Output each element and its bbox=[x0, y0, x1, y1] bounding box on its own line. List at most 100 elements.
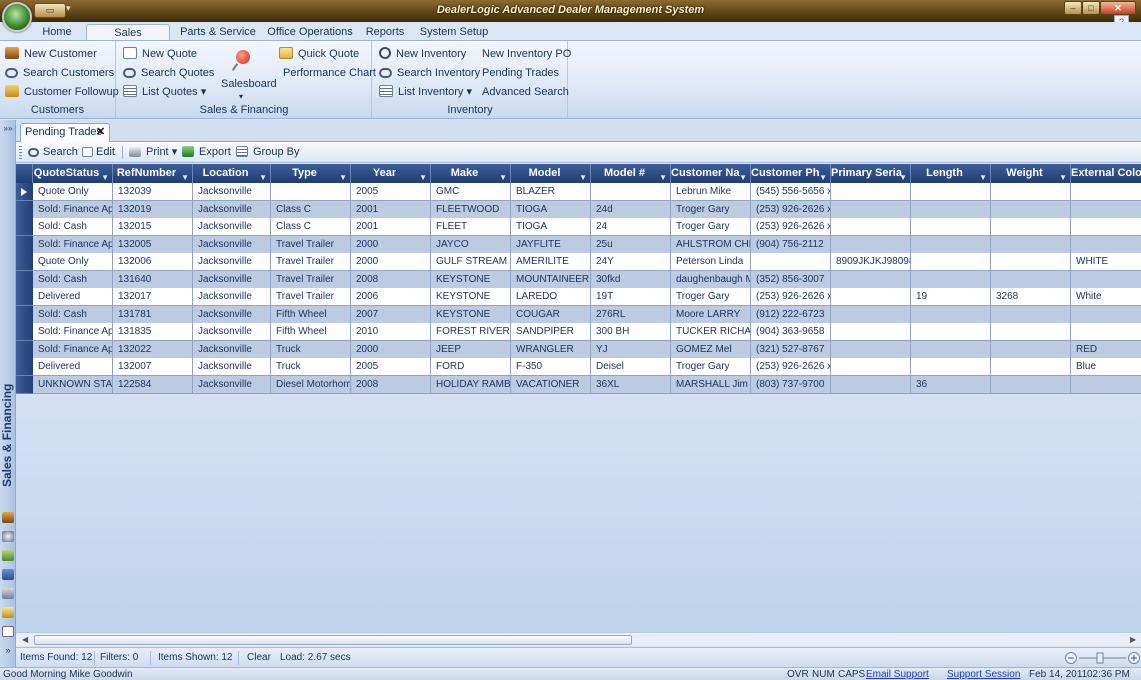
table-cell[interactable] bbox=[1071, 306, 1141, 324]
table-cell[interactable]: Lebrun Mike bbox=[671, 183, 751, 201]
table-cell[interactable]: Travel Trailer bbox=[271, 253, 351, 271]
table-cell[interactable]: (912) 222-6723 bbox=[751, 305, 831, 324]
table-cell[interactable] bbox=[831, 375, 911, 394]
table-cell[interactable]: 276RL bbox=[591, 305, 671, 324]
table-cell[interactable]: Quote Only bbox=[33, 183, 113, 201]
table-cell[interactable]: 2008 bbox=[351, 375, 431, 394]
table-cell[interactable]: Fifth Wheel bbox=[271, 323, 351, 341]
table-cell[interactable]: Sold: Cash bbox=[33, 218, 113, 236]
table-cell[interactable] bbox=[271, 183, 351, 201]
table-cell[interactable] bbox=[751, 253, 831, 271]
customer-followup-button[interactable]: Customer Followup bbox=[5, 84, 119, 100]
edit-button[interactable]: Edit bbox=[82, 145, 115, 160]
reports-nav-icon[interactable] bbox=[2, 569, 14, 580]
table-cell[interactable]: (803) 737-9700 bbox=[751, 375, 831, 394]
table-cell[interactable] bbox=[991, 305, 1071, 324]
table-cell[interactable]: Troger Gary bbox=[671, 218, 751, 236]
performance-chart-button[interactable]: Performance Chart bbox=[283, 65, 376, 81]
table-row[interactable]: Sold: Cash 131640 Jacksonville Travel Trail… bbox=[16, 270, 1141, 289]
table-cell[interactable]: Quote Only bbox=[33, 253, 113, 271]
table-cell[interactable]: F-350 bbox=[511, 358, 591, 376]
table-cell[interactable] bbox=[911, 200, 991, 219]
minimize-button[interactable]: – bbox=[1064, 1, 1082, 15]
table-cell[interactable]: 131835 bbox=[113, 323, 193, 341]
table-cell[interactable]: Delivered bbox=[33, 288, 113, 306]
table-cell[interactable] bbox=[911, 323, 991, 341]
filter-icon[interactable]: ▼ bbox=[819, 168, 827, 183]
column-header[interactable]: Length ▼ bbox=[911, 164, 991, 183]
horizontal-scrollbar[interactable]: ◀ ▶ bbox=[16, 632, 1141, 646]
filter-icon[interactable]: ▼ bbox=[259, 168, 267, 183]
table-cell[interactable]: 2005 bbox=[351, 358, 431, 376]
tab-parts-service[interactable]: Parts & Service bbox=[180, 24, 256, 41]
table-cell[interactable]: JAYCO bbox=[431, 235, 511, 254]
table-cell[interactable]: Troger Gary bbox=[671, 288, 751, 306]
table-cell[interactable]: 2010 bbox=[351, 323, 431, 341]
table-cell[interactable]: Travel Trailer bbox=[271, 270, 351, 289]
table-cell[interactable]: Sold: Finance App bbox=[33, 200, 113, 219]
table-cell[interactable] bbox=[831, 235, 911, 254]
table-cell[interactable] bbox=[991, 183, 1071, 201]
table-cell[interactable] bbox=[831, 340, 911, 359]
tab-reports[interactable]: Reports bbox=[362, 24, 408, 41]
table-cell[interactable] bbox=[991, 358, 1071, 376]
table-cell[interactable]: WHITE bbox=[1071, 253, 1141, 271]
row-selector[interactable] bbox=[16, 305, 33, 324]
table-cell[interactable]: Jacksonville bbox=[193, 358, 271, 376]
folder-nav-icon[interactable] bbox=[2, 607, 14, 618]
table-cell[interactable] bbox=[1071, 201, 1141, 219]
table-cell[interactable]: 300 BH bbox=[591, 323, 671, 341]
table-cell[interactable]: Diesel Motorhom bbox=[271, 375, 351, 394]
table-cell[interactable]: Sold: Finance App bbox=[33, 235, 113, 254]
table-cell[interactable]: MARSHALL Jim bbox=[671, 375, 751, 394]
filter-icon[interactable]: ▼ bbox=[979, 168, 987, 183]
table-cell[interactable]: 2001 bbox=[351, 200, 431, 219]
table-cell[interactable] bbox=[911, 183, 991, 201]
scrollbar-thumb[interactable] bbox=[34, 635, 632, 645]
row-selector[interactable] bbox=[16, 218, 33, 236]
row-selector[interactable] bbox=[16, 183, 33, 201]
tab-system-setup[interactable]: System Setup bbox=[418, 24, 490, 41]
advanced-search-button[interactable]: Advanced Search bbox=[482, 84, 569, 100]
table-cell[interactable]: 25u bbox=[591, 235, 671, 254]
table-cell[interactable]: FOREST RIVER bbox=[431, 323, 511, 341]
table-cell[interactable] bbox=[911, 340, 991, 359]
app-orb-button[interactable] bbox=[2, 2, 32, 32]
table-cell[interactable] bbox=[1071, 236, 1141, 254]
table-cell[interactable]: Jacksonville bbox=[193, 323, 271, 341]
sidebar-expand-button[interactable]: »» bbox=[0, 124, 16, 134]
table-cell[interactable] bbox=[991, 375, 1071, 394]
filter-icon[interactable]: ▼ bbox=[181, 168, 189, 183]
table-cell[interactable]: KEYSTONE bbox=[431, 270, 511, 289]
column-header[interactable]: Primary Seria ▼ bbox=[831, 164, 911, 183]
row-selector[interactable] bbox=[16, 358, 33, 376]
search-inventory-button[interactable]: Search Inventory bbox=[379, 65, 480, 81]
filter-icon[interactable]: ▼ bbox=[579, 168, 587, 183]
table-cell[interactable]: 2005 bbox=[351, 183, 431, 201]
table-cell[interactable]: FLEETWOOD bbox=[431, 200, 511, 219]
table-cell[interactable]: 132006 bbox=[113, 253, 193, 271]
notes-nav-icon[interactable] bbox=[2, 626, 14, 637]
table-cell[interactable]: 8909JKJKJ980980 bbox=[831, 253, 911, 271]
table-cell[interactable]: Jacksonville bbox=[193, 218, 271, 236]
table-cell[interactable]: 132015 bbox=[113, 218, 193, 236]
export-button[interactable]: Export bbox=[182, 145, 231, 160]
table-cell[interactable]: AHLSTROM CHRIS bbox=[671, 235, 751, 254]
column-header[interactable]: Make ▼ bbox=[431, 164, 511, 183]
column-header[interactable]: RefNumber ▼ bbox=[113, 164, 193, 183]
table-cell[interactable] bbox=[991, 235, 1071, 254]
row-selector[interactable] bbox=[16, 288, 33, 306]
filter-icon[interactable]: ▼ bbox=[739, 168, 747, 183]
table-row[interactable]: Sold: Cash 132015 Jacksonville Class C 2001 F… bbox=[16, 218, 1141, 236]
toolbar-grip[interactable] bbox=[19, 146, 22, 159]
filter-icon[interactable]: ▼ bbox=[419, 168, 427, 183]
table-cell[interactable]: KEYSTONE bbox=[431, 288, 511, 306]
table-cell[interactable]: MOUNTAINEER bbox=[511, 270, 591, 289]
table-cell[interactable] bbox=[831, 358, 911, 376]
table-cell[interactable]: 131781 bbox=[113, 305, 193, 324]
support-session-link[interactable]: Support Session bbox=[947, 669, 1020, 680]
customers-nav-icon[interactable] bbox=[2, 512, 14, 523]
table-cell[interactable] bbox=[831, 323, 911, 341]
tab-office-operations[interactable]: Office Operations bbox=[266, 24, 354, 41]
filter-icon[interactable]: ▼ bbox=[499, 168, 507, 183]
